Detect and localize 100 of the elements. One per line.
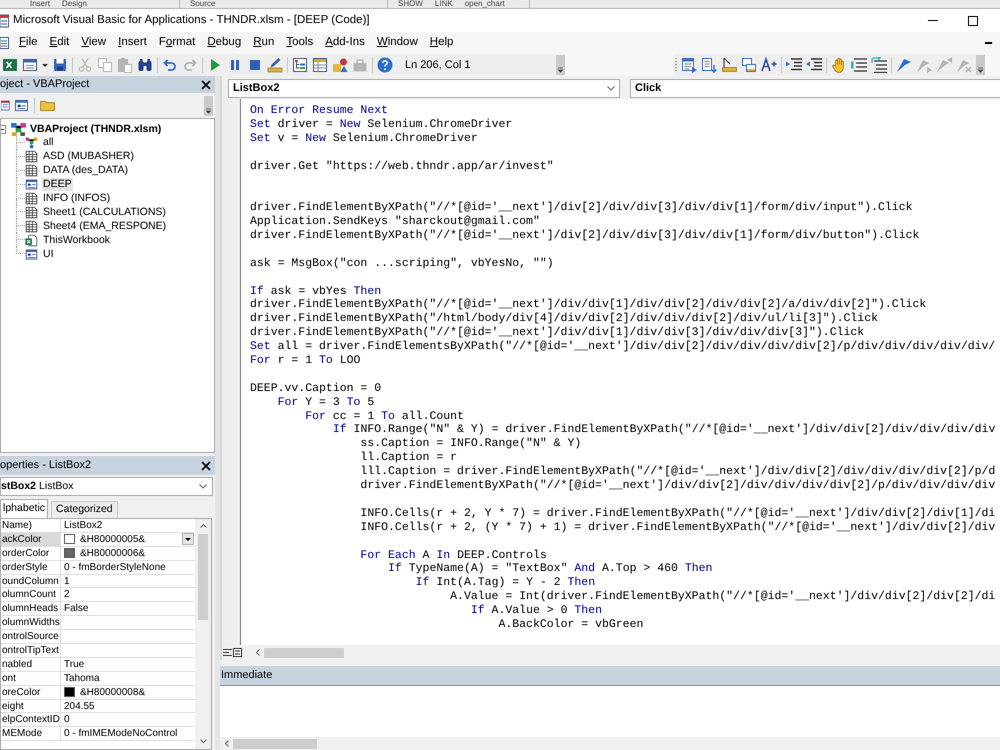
toolbar-options-icon[interactable]: [976, 55, 985, 75]
chevron-down-icon[interactable]: [607, 86, 615, 91]
tree-item[interactable]: INFO (INFOS): [42, 192, 112, 205]
tree-item[interactable]: Sheet1 (CALCULATIONS): [42, 206, 167, 219]
property-name[interactable]: ont: [1, 672, 61, 685]
shapes-icon[interactable]: [332, 57, 348, 73]
property-name[interactable]: orderColor: [1, 546, 61, 560]
scrollbar-thumb[interactable]: [233, 738, 317, 748]
collapse-icon[interactable]: [1, 124, 6, 134]
spreadsheet-icon[interactable]: [2, 57, 18, 73]
property-name[interactable]: orderStyle: [1, 560, 61, 574]
property-name[interactable]: Name): [1, 519, 61, 532]
scroll-left-icon[interactable]: [256, 649, 260, 656]
code-editor[interactable]: [241, 99, 1000, 645]
menu-item[interactable]: Edit: [44, 34, 76, 52]
stacked-windows-icon[interactable]: [741, 57, 757, 73]
property-value-field[interactable]: &H80000006&: [61, 546, 195, 560]
property-value-field[interactable]: 2: [61, 588, 195, 602]
procedure-view-icon[interactable]: [223, 648, 232, 657]
maximize-icon[interactable]: [968, 16, 978, 26]
outdent-icon[interactable]: [806, 57, 822, 73]
tree-item[interactable]: Sheet4 (EMA_RESPONE): [42, 220, 168, 233]
property-value-field[interactable]: ListBox2: [61, 519, 195, 532]
property-value-field[interactable]: &H80000008&: [61, 686, 195, 699]
property-value-field[interactable]: True: [61, 658, 195, 671]
tree-item[interactable]: VBAProject (THNDR.xlsm): [30, 122, 162, 136]
tree-window-icon[interactable]: [292, 57, 308, 73]
list-window-icon[interactable]: [681, 57, 697, 73]
menu-item[interactable]: Add-Ins: [319, 34, 371, 52]
scroll-down-icon[interactable]: [200, 739, 206, 743]
immediate-field[interactable]: [220, 685, 1000, 737]
property-name[interactable]: eight: [1, 700, 61, 712]
property-name[interactable]: olumnCount: [1, 588, 61, 602]
module-view-icon[interactable]: [233, 648, 242, 657]
menu-item[interactable]: Insert: [112, 34, 153, 52]
property-name[interactable]: elpContextID: [1, 713, 61, 726]
menu-item[interactable]: Help: [424, 34, 460, 52]
property-value-field[interactable]: 204.55: [61, 700, 195, 712]
letter-a-plus-icon[interactable]: [761, 57, 777, 73]
text-lines-arrow-icon[interactable]: [871, 57, 887, 73]
property-value-field[interactable]: 0 - fmBorderStyleNone: [61, 560, 195, 574]
menu-item[interactable]: View: [75, 34, 112, 52]
property-value-field[interactable]: 0: [61, 713, 195, 726]
menu-item[interactable]: Format: [152, 34, 202, 52]
property-name[interactable]: nabled: [1, 658, 61, 671]
tree-item[interactable]: ASD (MUBASHER): [42, 150, 136, 164]
property-name[interactable]: MEMode: [1, 727, 61, 740]
property-name[interactable]: ontrolSource: [1, 630, 61, 644]
menu-item[interactable]: Tools: [280, 34, 320, 52]
scrollbar-thumb[interactable]: [264, 648, 344, 658]
property-name[interactable]: oreColor: [1, 686, 61, 699]
property-name[interactable]: olumnHeads: [1, 602, 61, 616]
property-value-field[interactable]: False: [61, 602, 195, 616]
text-lines-icon[interactable]: [851, 57, 867, 73]
menu-item[interactable]: Debug: [201, 34, 248, 52]
property-name[interactable]: olumnWidths: [1, 616, 61, 630]
page-arrow-icon[interactable]: [701, 57, 717, 73]
object-dropdown[interactable]: stBox2 ListBox: [0, 477, 213, 496]
property-value-field[interactable]: 1: [61, 574, 195, 588]
tree-item[interactable]: DEEP: [42, 178, 73, 192]
form-window-icon[interactable]: [15, 100, 28, 111]
scroll-up-icon[interactable]: [200, 524, 206, 528]
menu-item[interactable]: Run: [247, 34, 280, 52]
indent-icon[interactable]: [786, 57, 802, 73]
folder-icon[interactable]: [40, 100, 55, 111]
form-window-icon[interactable]: [22, 57, 38, 73]
procedure-dropdown[interactable]: Click: [630, 79, 1000, 98]
close-icon[interactable]: [201, 80, 211, 90]
toolbar-options-icon[interactable]: [204, 96, 213, 116]
caret-down-icon[interactable]: [42, 64, 48, 66]
undo-icon[interactable]: [162, 57, 178, 73]
hand-icon[interactable]: [831, 57, 847, 73]
ruler-arrow-icon[interactable]: [721, 57, 737, 73]
ruler-pencil-icon[interactable]: [267, 57, 283, 73]
property-name[interactable]: ackColor: [1, 532, 61, 546]
property-value-field[interactable]: Tahoma: [61, 672, 195, 685]
save-icon[interactable]: [52, 57, 68, 73]
binoculars-icon[interactable]: [137, 57, 153, 73]
scrollbar-thumb[interactable]: [198, 534, 208, 620]
table-window-icon[interactable]: [312, 57, 328, 73]
stop-icon[interactable]: [247, 57, 263, 73]
property-value-field[interactable]: &H80000005&: [61, 532, 182, 546]
property-name[interactable]: oundColumn: [1, 574, 61, 588]
menu-item[interactable]: Window: [370, 34, 424, 52]
help-icon[interactable]: [377, 57, 393, 73]
flag-icon[interactable]: [896, 57, 912, 73]
tree-item[interactable]: DATA (des_DATA): [42, 164, 129, 178]
close-icon[interactable]: [201, 460, 211, 470]
dropdown-button[interactable]: [182, 533, 194, 546]
vertical-scrollbar[interactable]: [195, 519, 211, 749]
scroll-left-icon[interactable]: [225, 740, 229, 747]
toolbar-options-icon[interactable]: [556, 55, 565, 75]
tab[interactable]: Categorized: [51, 501, 118, 518]
property-value-field[interactable]: 0 - fmIMEModeNoControl: [61, 727, 195, 740]
menu-item[interactable]: File: [13, 34, 44, 52]
object-dropdown[interactable]: ListBox2: [228, 79, 620, 98]
property-name[interactable]: ontrolTipText: [1, 644, 61, 657]
document-icon[interactable]: [0, 37, 9, 49]
code-window-icon[interactable]: [1, 100, 10, 111]
chevron-down-icon[interactable]: [199, 484, 207, 489]
